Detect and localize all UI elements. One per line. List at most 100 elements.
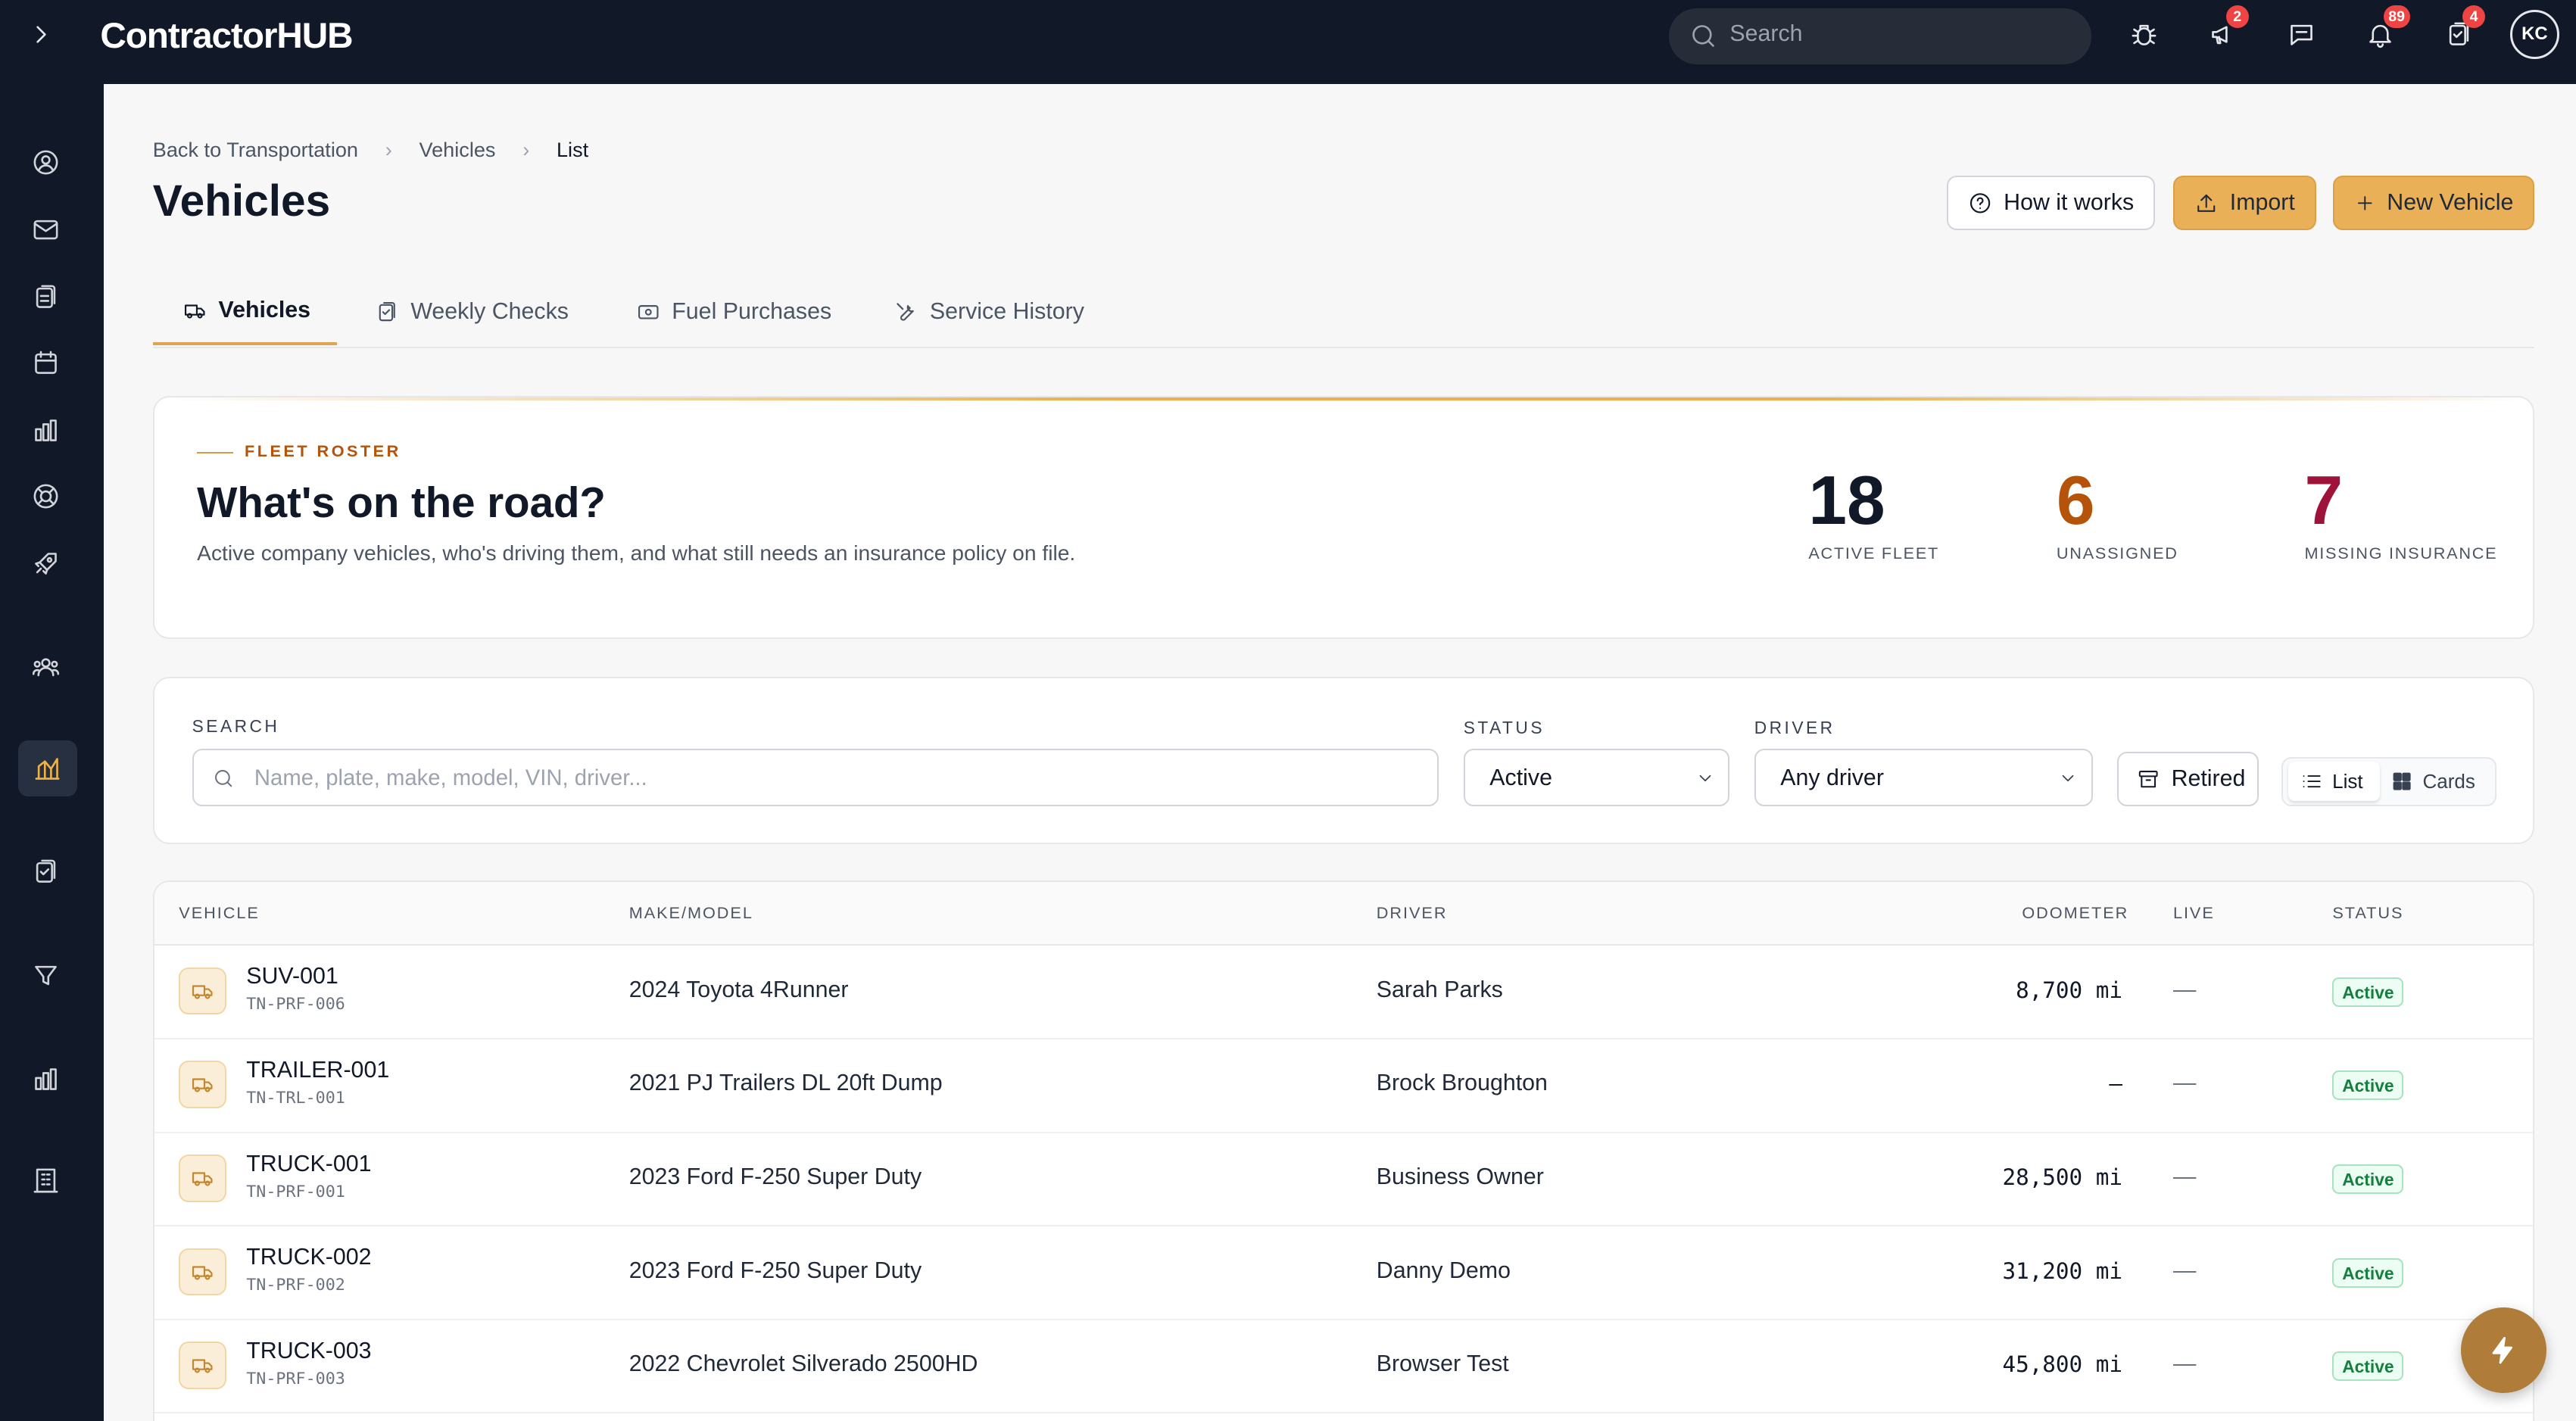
tab-fuel-purchases-label: Fuel Purchases bbox=[672, 299, 832, 325]
list-view-button[interactable]: List bbox=[2288, 762, 2381, 802]
clipboard-check-icon[interactable] bbox=[31, 857, 61, 887]
fleet-chart-icon[interactable] bbox=[17, 740, 77, 797]
breadcrumb-separator-icon: › bbox=[385, 138, 392, 162]
breadcrumb-vehicles-link[interactable]: Vehicles bbox=[419, 138, 496, 162]
lifebuoy-icon[interactable] bbox=[31, 481, 61, 511]
vehicle-make-model: 2023 Ford F-250 Super Duty bbox=[628, 1257, 922, 1283]
tab-vehicles[interactable]: Vehicles bbox=[152, 279, 337, 345]
column-header-status[interactable]: STATUS bbox=[2332, 903, 2403, 923]
vehicle-driver: Brock Broughton bbox=[1376, 1070, 1548, 1096]
building-icon[interactable] bbox=[31, 1166, 61, 1195]
table-row[interactable]: TRAILER-001 TN-TRL-001 2021 PJ Trailers … bbox=[154, 1038, 2534, 1133]
vehicle-make-model: 2024 Toyota 4Runner bbox=[628, 977, 849, 1002]
truck-icon bbox=[179, 1154, 227, 1202]
announcements-badge: 2 bbox=[2225, 5, 2249, 28]
filter-icon[interactable] bbox=[31, 961, 61, 990]
user-circle-icon[interactable] bbox=[31, 148, 61, 177]
receipt-icon bbox=[638, 304, 659, 319]
sidebar bbox=[0, 83, 104, 1421]
vehicle-name[interactable]: SUV-001 bbox=[246, 964, 338, 989]
vehicle-name[interactable]: TRUCK-001 bbox=[246, 1151, 371, 1177]
bug-icon[interactable] bbox=[2129, 20, 2159, 49]
calendar-icon[interactable] bbox=[31, 348, 61, 378]
expand-sidebar-icon[interactable] bbox=[27, 20, 56, 49]
bell-icon[interactable]: 89 bbox=[2365, 5, 2410, 49]
column-header-live[interactable]: LIVE bbox=[2173, 903, 2215, 923]
vehicle-odometer: 28,500 mi bbox=[2002, 1164, 2123, 1190]
vehicle-driver: Danny Demo bbox=[1376, 1257, 1511, 1283]
cards-view-label: Cards bbox=[2422, 769, 2475, 793]
how-it-works-button[interactable]: How it works bbox=[1946, 176, 2156, 230]
status-badge: Active bbox=[2332, 1164, 2404, 1194]
column-header-odometer[interactable]: ODOMETER bbox=[2022, 903, 2128, 923]
table-row[interactable]: SUV-001 TN-PRF-006 2024 Toyota 4Runner S… bbox=[154, 944, 2534, 1039]
breadcrumb-current: List bbox=[556, 138, 589, 162]
retired-toggle-button[interactable]: Retired bbox=[2117, 752, 2259, 806]
vehicle-name[interactable]: TRAILER-001 bbox=[246, 1058, 389, 1083]
new-vehicle-button[interactable]: New Vehicle bbox=[2332, 176, 2535, 230]
truck-icon bbox=[179, 1061, 227, 1109]
list-view-label: List bbox=[2332, 769, 2363, 793]
stat-unassigned: 6 UNASSIGNED bbox=[2057, 463, 2178, 563]
page-title: Vehicles bbox=[152, 176, 331, 226]
tab-service-history[interactable]: Service History bbox=[893, 279, 1084, 345]
bar-chart-icon[interactable] bbox=[31, 416, 61, 445]
vehicle-plate: TN-PRF-002 bbox=[246, 1276, 345, 1295]
import-button[interactable]: Import bbox=[2173, 176, 2316, 230]
chevron-down-icon bbox=[1699, 774, 1711, 782]
stat-value: 6 bbox=[2056, 462, 2095, 539]
tab-weekly-checks[interactable]: Weekly Checks bbox=[375, 279, 569, 345]
vehicle-driver: Business Owner bbox=[1376, 1164, 1544, 1189]
tab-fuel-purchases[interactable]: Fuel Purchases bbox=[636, 279, 832, 345]
global-search[interactable]: Search bbox=[1669, 8, 2091, 64]
breadcrumb: Back to Transportation › Vehicles › List bbox=[153, 138, 588, 162]
table-row[interactable]: TRUCK-002 TN-PRF-002 2023 Ford F-250 Sup… bbox=[154, 1225, 2534, 1320]
plus-icon bbox=[2357, 195, 2372, 210]
column-header-make-model[interactable]: MAKE/MODEL bbox=[629, 903, 753, 923]
vehicle-odometer: — bbox=[2109, 1070, 2123, 1097]
team-icon[interactable] bbox=[31, 652, 61, 681]
analytics-icon[interactable] bbox=[31, 1064, 61, 1094]
vehicle-make-model: 2023 Ford F-250 Super Duty bbox=[628, 1164, 922, 1189]
tasks-icon[interactable]: 4 bbox=[2444, 5, 2486, 49]
quick-action-button[interactable] bbox=[2460, 1307, 2546, 1393]
table-row[interactable]: TRUCK-001 TN-PRF-001 2023 Ford F-250 Sup… bbox=[154, 1132, 2534, 1227]
vehicle-name[interactable]: TRUCK-002 bbox=[246, 1245, 371, 1270]
driver-select[interactable]: Any driver bbox=[1754, 749, 2093, 806]
vehicle-plate: TN-PRF-006 bbox=[246, 995, 345, 1014]
stat-label: UNASSIGNED bbox=[2056, 543, 2178, 562]
vehicle-name[interactable]: TRUCK-003 bbox=[246, 1338, 371, 1364]
column-header-driver[interactable]: DRIVER bbox=[1377, 903, 1448, 923]
breadcrumb-back-link[interactable]: Back to Transportation bbox=[153, 138, 358, 162]
vehicle-search-input[interactable]: Name, plate, make, model, VIN, driver... bbox=[192, 749, 1439, 806]
status-select[interactable]: Active bbox=[1463, 749, 1730, 806]
search-label: SEARCH bbox=[192, 715, 280, 736]
tab-vehicles-label: Vehicles bbox=[218, 298, 311, 323]
status-label: STATUS bbox=[1463, 717, 1545, 737]
new-vehicle-label: New Vehicle bbox=[2387, 189, 2514, 215]
upload-icon bbox=[2197, 194, 2216, 212]
table-row[interactable]: TRUCK-003 TN-PRF-003 2022 Chevrolet Silv… bbox=[154, 1319, 2534, 1414]
rocket-icon[interactable] bbox=[31, 549, 61, 578]
vehicle-plate: TN-PRF-001 bbox=[246, 1182, 345, 1201]
column-header-vehicle[interactable]: VEHICLE bbox=[179, 903, 259, 923]
megaphone-icon[interactable]: 2 bbox=[2208, 5, 2249, 49]
help-icon bbox=[1969, 192, 1991, 213]
vehicle-live: — bbox=[2172, 977, 2197, 1002]
stat-value: 18 bbox=[1808, 462, 1885, 539]
user-avatar[interactable]: KC bbox=[2509, 10, 2559, 60]
lightning-icon bbox=[2493, 1336, 2513, 1363]
section-kicker: FLEET ROSTER bbox=[197, 441, 401, 461]
cards-view-button[interactable]: Cards bbox=[2391, 762, 2475, 801]
status-badge: Active bbox=[2332, 977, 2404, 1007]
accent-line bbox=[154, 397, 2534, 401]
vehicle-make-model: 2022 Chevrolet Silverado 2500HD bbox=[628, 1351, 978, 1377]
driver-label: DRIVER bbox=[1754, 717, 1835, 737]
clipboard-icon[interactable] bbox=[31, 282, 61, 312]
vehicle-driver: Sarah Parks bbox=[1376, 977, 1503, 1002]
app-logo[interactable]: ContractorHUB bbox=[100, 15, 353, 57]
retired-label: Retired bbox=[2171, 766, 2246, 792]
table-header: VEHICLE MAKE/MODEL DRIVER ODOMETER LIVE … bbox=[154, 881, 2534, 946]
mail-icon[interactable] bbox=[31, 215, 61, 245]
chat-icon[interactable] bbox=[2287, 20, 2316, 49]
